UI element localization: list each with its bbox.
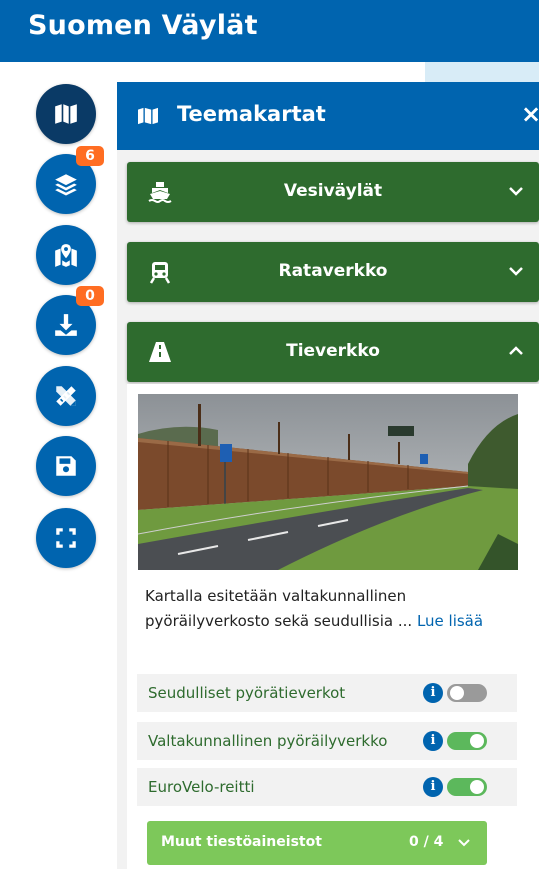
info-icon[interactable]: i: [423, 777, 443, 797]
info-icon[interactable]: i: [423, 683, 443, 703]
app-root: Suomen Väylät 6 0 Teemakartat × Vesiväyl…: [0, 0, 539, 869]
layer-label: Valtakunnallinen pyöräilyverkko: [148, 732, 388, 750]
save-icon: [56, 456, 76, 476]
fullscreen-icon: [56, 528, 76, 548]
layer-toggle[interactable]: [447, 732, 487, 750]
theme-maps-panel: Teemakartat × Vesiväylät Rataverkko Tiev…: [117, 82, 539, 869]
fullscreen-button[interactable]: [36, 508, 96, 568]
accordion-rataverkko[interactable]: Rataverkko: [127, 242, 539, 302]
chevron-up-icon: [509, 346, 523, 355]
group-count: 0 / 4: [409, 834, 444, 850]
layer-label: EuroVelo-reitti: [148, 778, 255, 796]
read-more-link[interactable]: Lue lisää: [417, 612, 483, 630]
map-selection-button[interactable]: [36, 225, 96, 285]
tieverkko-content: Kartalla esitetään valtakunnallinen pyör…: [127, 384, 539, 869]
map-marker-icon: [55, 244, 77, 267]
accordion-label: Tieverkko: [286, 341, 380, 361]
chevron-down-icon: [458, 839, 470, 847]
map-icon: [138, 107, 158, 125]
accordion-vesivaylat[interactable]: Vesiväylät: [127, 162, 539, 222]
theme-description: Kartalla esitetään valtakunnallinen pyör…: [145, 584, 535, 634]
map-view[interactable]: [425, 62, 539, 82]
layers-count-badge: 6: [76, 146, 104, 166]
theme-maps-button[interactable]: [36, 84, 96, 144]
other-road-data-group[interactable]: Muut tiestöaineistot 0 / 4: [147, 821, 487, 865]
download-icon: [55, 314, 77, 336]
panel-title: Teemakartat: [177, 102, 326, 126]
layer-row: Valtakunnallinen pyöräilyverkko i: [137, 722, 517, 760]
panel-header: Teemakartat ×: [117, 82, 539, 150]
description-text: Kartalla esitetään valtakunnallinen pyör…: [145, 587, 413, 630]
measure-tools-button[interactable]: [36, 366, 96, 426]
layer-label: Seudulliset pyörätieverkot: [148, 684, 346, 702]
layer-row: EuroVelo-reitti i: [137, 768, 517, 806]
close-icon[interactable]: ×: [521, 100, 539, 128]
top-bar: Suomen Väylät: [0, 0, 539, 62]
save-button[interactable]: [36, 436, 96, 496]
chevron-down-icon: [509, 267, 523, 276]
layer-row: Seudulliset pyörätieverkot i: [137, 674, 517, 712]
ruler-pencil-icon: [56, 386, 76, 406]
map-icon: [55, 104, 77, 124]
group-label: Muut tiestöaineistot: [161, 834, 322, 850]
chevron-down-icon: [509, 187, 523, 196]
accordion-tieverkko[interactable]: Tieverkko: [127, 322, 539, 382]
accordion-label: Rataverkko: [278, 261, 388, 281]
app-title: Suomen Väylät: [28, 10, 258, 41]
sidebar: 6 0: [0, 62, 118, 869]
downloads-count-badge: 0: [76, 286, 104, 306]
layer-toggle[interactable]: [447, 684, 487, 702]
layer-toggle[interactable]: [447, 778, 487, 796]
info-icon[interactable]: i: [423, 731, 443, 751]
accordion-label: Vesiväylät: [283, 181, 383, 201]
cycling-road-photo: [138, 394, 518, 570]
layers-icon: [55, 174, 77, 196]
